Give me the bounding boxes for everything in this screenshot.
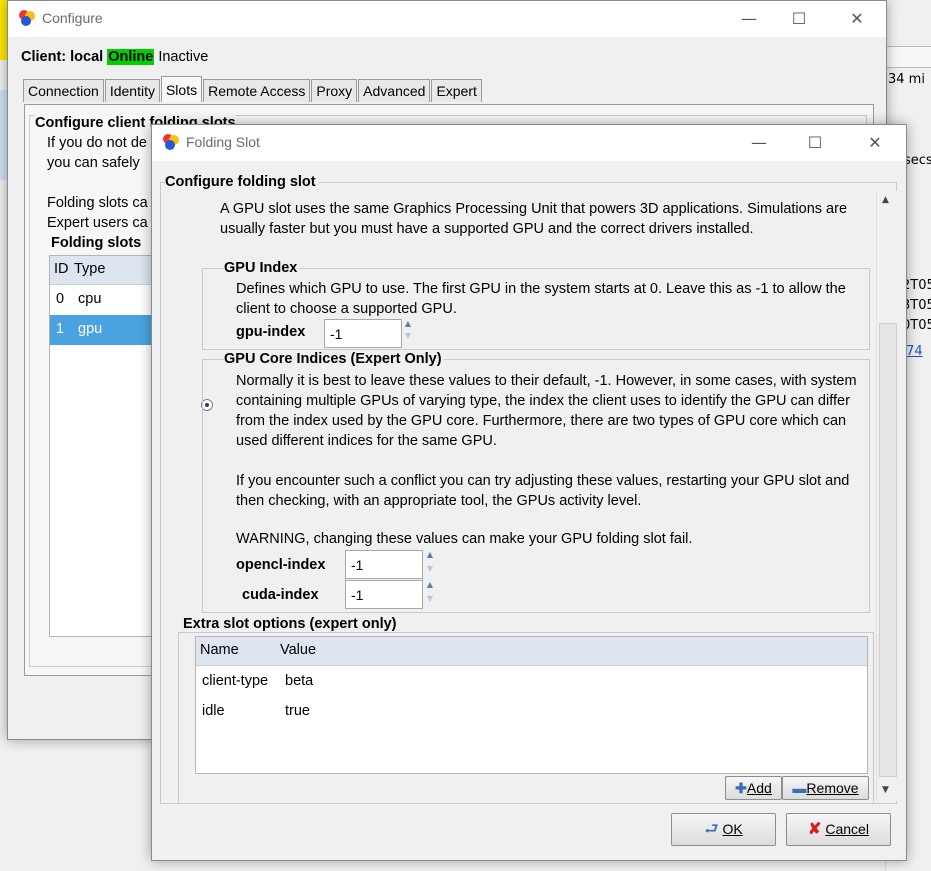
folding-app-icon [19, 10, 35, 26]
tab-slots[interactable]: Slots [160, 76, 203, 102]
plus-icon: ✚ [735, 780, 747, 796]
tab-proxy[interactable]: Proxy [311, 79, 358, 102]
table-row[interactable]: idle true [196, 699, 867, 725]
row-id: 1 [56, 321, 65, 337]
folding-app-icon [163, 134, 179, 150]
client-status-line: Client: local Online Inactive [21, 49, 208, 65]
cuda-index-label: cuda-index [242, 587, 319, 603]
option-value: true [285, 703, 310, 719]
gpu-description: A GPU slot uses the same Graphics Proces… [220, 201, 848, 237]
maximize-icon[interactable]: ☐ [792, 129, 838, 157]
scroll-down-icon[interactable]: ▼ [882, 785, 889, 795]
configure-tabs: Connection Identity Slots Remote Access … [23, 76, 483, 102]
cuda-index-up-icon[interactable]: ▲ [424, 580, 436, 590]
gpu-core-indices-title: GPU Core Indices (Expert Only) [224, 351, 444, 367]
option-value: beta [285, 673, 314, 689]
background-text-eta: 34 mi [888, 72, 925, 87]
ok-label: OK [722, 821, 743, 837]
vertical-scrollbar[interactable]: ▲ ▼ [876, 191, 897, 801]
gpu-core-description: Normally it is best to leave these value… [236, 373, 857, 449]
row-type: gpu [78, 321, 103, 337]
slots-desc-line-3: Folding slots ca [47, 195, 148, 211]
opencl-index-input[interactable] [345, 550, 423, 579]
client-label: Client: [21, 49, 67, 65]
tab-expert[interactable]: Expert [431, 79, 482, 102]
folding-slot-title: Folding Slot [186, 134, 260, 150]
column-type[interactable]: Type [74, 261, 105, 277]
ok-button[interactable]: ⮐ OK [671, 813, 776, 846]
folding-slot-dialog: Folding Slot — ☐ ✕ Configure folding slo… [151, 124, 907, 861]
column-value[interactable]: Value [280, 642, 316, 658]
tab-connection[interactable]: Connection [23, 79, 104, 102]
cuda-index-down-icon[interactable]: ▼ [424, 594, 436, 604]
gpu-index-description: Defines which GPU to use. The first GPU … [236, 281, 846, 317]
minimize-icon[interactable]: — [726, 5, 772, 33]
slot-type-scroll-area: A GPU slot uses the same Graphics Proces… [172, 191, 872, 613]
extra-options-header: Name Value [196, 637, 867, 666]
gpu-index-title: GPU Index [224, 260, 300, 276]
slots-desc-line-2: you can safely [47, 155, 140, 171]
row-type: cpu [78, 291, 102, 307]
slots-table: ID Type 0 cpu 1 gpu [49, 255, 161, 637]
table-row-selected[interactable]: 1 gpu [50, 315, 160, 345]
cancel-button[interactable]: ✘ Cancel [786, 813, 891, 846]
cuda-index-input[interactable] [345, 580, 423, 609]
remove-option-button[interactable]: ▬Remove [782, 776, 869, 800]
table-row[interactable]: client-type beta [196, 669, 867, 695]
opencl-index-up-icon[interactable]: ▲ [424, 550, 436, 560]
maximize-icon[interactable]: ☐ [776, 5, 822, 33]
row-id: 0 [56, 291, 65, 307]
configure-slot-title: Configure folding slot [165, 174, 319, 190]
add-option-button[interactable]: ✚Add [725, 776, 782, 800]
extra-options-title: Extra slot options (expert only) [183, 616, 400, 632]
option-name: client-type [202, 673, 269, 689]
background-text-secs: secs [904, 153, 931, 168]
folding-slots-title: Folding slots [51, 235, 142, 251]
cancel-label: Cancel [825, 821, 869, 837]
minimize-icon[interactable]: — [736, 129, 782, 157]
tab-remote-access[interactable]: Remote Access [203, 79, 311, 102]
configure-title: Configure [42, 10, 103, 26]
status-inactive: Inactive [158, 49, 209, 65]
background-app-toolbar [885, 46, 931, 68]
slots-desc-line-1: If you do not de [47, 135, 147, 151]
opencl-index-label: opencl-index [236, 557, 326, 573]
minus-icon: ▬ [792, 780, 807, 796]
gpu-core-conflict-text: If you encounter such a conflict you can… [236, 473, 850, 509]
gpu-core-warning: WARNING, changing these values can make … [236, 531, 693, 547]
status-online-badge: Online [107, 49, 155, 65]
configure-titlebar: Configure — ☐ ✕ [8, 1, 886, 37]
scrollbar-thumb[interactable] [879, 323, 897, 777]
ok-arrow-icon: ⮐ [704, 821, 719, 838]
close-icon[interactable]: ✕ [852, 129, 898, 157]
gpu-index-label: gpu-index [236, 324, 306, 340]
slots-desc-line-4: Expert users ca [47, 215, 148, 231]
gpu-index-input[interactable] [324, 319, 402, 348]
extra-options-table: Name Value client-type beta idle true [195, 636, 868, 774]
gpu-index-up-icon[interactable]: ▲ [402, 319, 414, 329]
remove-option-label: Remove [806, 780, 859, 796]
tab-identity[interactable]: Identity [104, 79, 160, 102]
column-name[interactable]: Name [200, 642, 239, 658]
cancel-x-icon: ✘ [808, 821, 822, 838]
opencl-index-down-icon[interactable]: ▼ [424, 564, 436, 574]
table-row[interactable]: 0 cpu [50, 286, 160, 314]
column-id[interactable]: ID [54, 261, 69, 277]
slots-table-header: ID Type [50, 256, 160, 285]
scroll-up-icon[interactable]: ▲ [882, 195, 889, 205]
folding-slot-titlebar: Folding Slot — ☐ ✕ [152, 125, 906, 161]
close-icon[interactable]: ✕ [834, 5, 880, 33]
option-name: idle [202, 703, 225, 719]
add-option-label: Add [746, 780, 772, 796]
client-name: local [70, 49, 104, 65]
tab-advanced[interactable]: Advanced [358, 79, 431, 102]
gpu-index-down-icon[interactable]: ▼ [402, 331, 414, 341]
